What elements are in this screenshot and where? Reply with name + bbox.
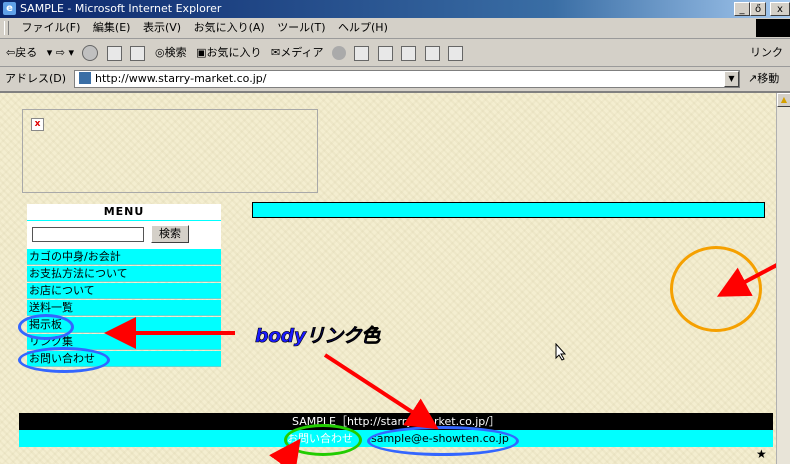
ie-logo-icon: e — [3, 2, 16, 15]
forward-arrow-icon[interactable]: ▾ ⇨ ▾ — [47, 39, 74, 66]
address-input[interactable]: http://www.starry-market.co.jp/ — [74, 70, 740, 88]
annotation-arrows — [104, 263, 776, 464]
standard-toolbar: ⇦戻る ▾ ⇨ ▾ ◎検索 ▣お気に入り ✉メディア リンク — [0, 39, 790, 67]
go-button[interactable]: ↗移動 — [748, 67, 779, 91]
window-titlebar: e SAMPLE - Microsoft Internet Explorer _… — [0, 0, 790, 18]
window-title: SAMPLE - Microsoft Internet Explorer — [20, 2, 222, 15]
star-icon: ★ — [756, 447, 767, 461]
address-dropdown-button[interactable]: ▼ — [724, 71, 739, 87]
menu-help[interactable]: ヘルプ(H) — [338, 21, 388, 34]
maximize-button[interactable]: ő — [750, 2, 766, 16]
close-button[interactable]: x — [770, 2, 790, 16]
arrow-to-footer-contact — [269, 438, 301, 464]
page-icon — [79, 72, 91, 84]
print-icon[interactable] — [377, 45, 393, 61]
menu-edit[interactable]: 編集(E) — [93, 21, 131, 34]
address-bar: アドレス(D) http://www.starry-market.co.jp/ … — [0, 67, 790, 93]
mail-icon[interactable] — [354, 45, 370, 61]
menu-tools[interactable]: ツール(T) — [277, 21, 325, 34]
minimize-button[interactable]: _ — [734, 2, 750, 16]
address-label: アドレス(D) — [5, 72, 67, 85]
page-content: x MENU 検索 カゴの中身/お会計 お支払方法について お店について 送料一… — [0, 93, 776, 464]
menu-favorites[interactable]: お気に入り(A) — [194, 21, 265, 34]
menu-file[interactable]: ファイル(F) — [22, 21, 81, 34]
arrow-to-email — [323, 353, 439, 430]
menu-view[interactable]: 表示(V) — [143, 21, 181, 34]
menu-grip — [4, 21, 9, 35]
home-icon[interactable] — [130, 45, 146, 61]
refresh-icon[interactable] — [106, 45, 122, 61]
back-button[interactable]: ⇦戻る — [6, 39, 37, 66]
scroll-up-button[interactable]: ▲ — [777, 93, 790, 107]
windows-logo-icon — [756, 19, 790, 37]
arrow-to-background — [716, 263, 776, 297]
messenger-icon[interactable] — [448, 45, 464, 61]
cursor-icon — [555, 343, 567, 361]
address-url: http://www.starry-market.co.jp/ — [95, 72, 267, 85]
history-icon[interactable] — [331, 46, 346, 60]
discuss-icon[interactable] — [424, 45, 440, 61]
stop-icon[interactable] — [82, 45, 99, 61]
media-button[interactable]: ✉メディア — [271, 39, 323, 66]
menu-bar: ファイル(F) 編集(E) 表示(V) お気に入り(A) ツール(T) ヘルプ(… — [0, 18, 790, 39]
vertical-scrollbar[interactable]: ▲ — [776, 93, 790, 464]
search-button-toolbar[interactable]: ◎検索 — [155, 39, 187, 66]
favorites-button[interactable]: ▣お気に入り — [196, 39, 261, 66]
links-label[interactable]: リンク — [750, 39, 783, 66]
edit-icon[interactable] — [401, 45, 417, 61]
